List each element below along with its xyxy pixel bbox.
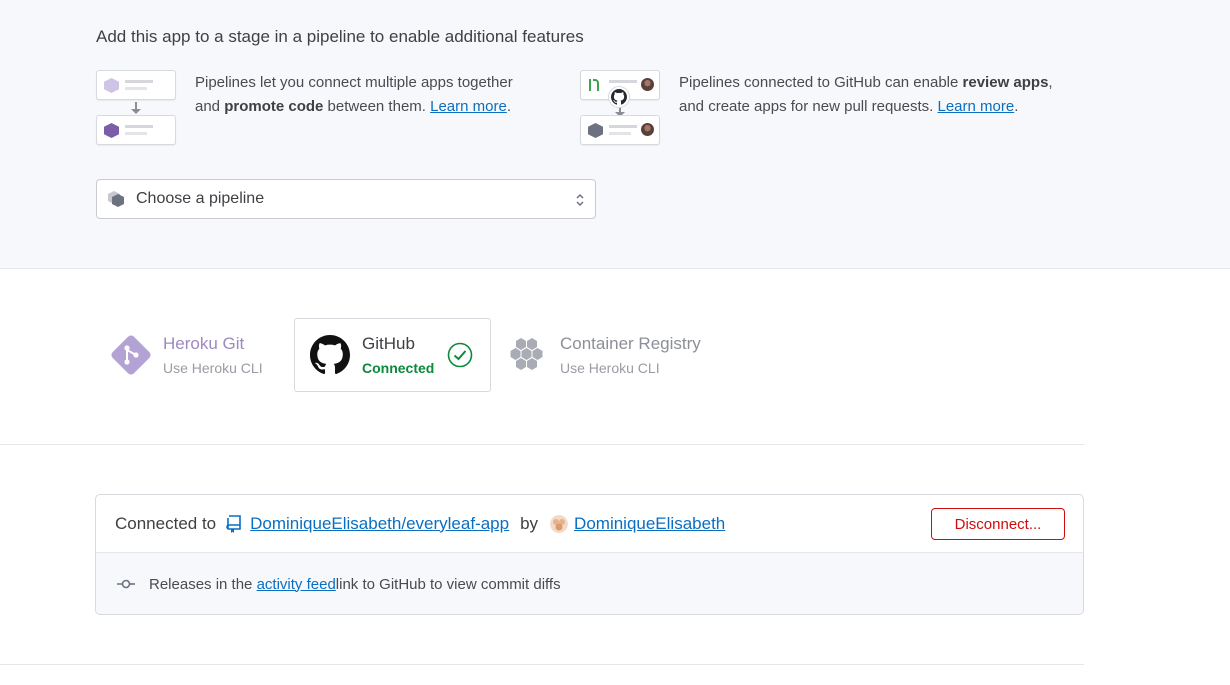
releases-info: Releases in the activity feed link to Gi… <box>96 553 1083 614</box>
pipeline-illustration <box>96 70 176 146</box>
avatar-icon <box>641 78 654 91</box>
method-text: Container Registry Use Heroku CLI <box>560 333 701 378</box>
github-connection-card: Connected to DominiqueElisabeth/everylea… <box>95 494 1084 615</box>
illustration-line <box>609 132 631 135</box>
illustration-card-bottom <box>580 115 660 145</box>
method-text: GitHub Connected <box>362 333 434 378</box>
feature-text: Pipelines connected to GitHub can enable <box>679 74 963 91</box>
illustration-line <box>609 125 637 128</box>
feature-text-end: . <box>1014 98 1019 115</box>
method-title: Heroku Git <box>163 333 245 353</box>
illustration-line <box>125 80 153 83</box>
repo-link[interactable]: DominiqueElisabeth/everyleaf-app <box>250 514 509 534</box>
deployment-method-tabs: Heroku Git Use Heroku CLI GitHub Connect… <box>96 318 731 392</box>
container-registry-icon <box>507 334 549 376</box>
check-circle-icon <box>447 342 473 368</box>
section-divider <box>0 664 1084 665</box>
github-icon <box>309 334 351 376</box>
feature-text: between them. <box>323 98 431 115</box>
method-subtitle: Use Heroku CLI <box>163 359 263 376</box>
learn-more-link[interactable]: Learn more <box>430 98 507 115</box>
feature-description: Pipelines connected to GitHub can enable… <box>679 71 1069 146</box>
github-icon <box>608 86 630 108</box>
pipeline-section: Add this app to a stage in a pipeline to… <box>0 0 1230 269</box>
learn-more-link[interactable]: Learn more <box>938 98 1015 115</box>
deployment-method-container-registry[interactable]: Container Registry Use Heroku CLI <box>491 318 731 392</box>
connected-to-label: Connected to <box>115 513 217 533</box>
deployment-method-github[interactable]: GitHub Connected <box>294 318 491 392</box>
pipeline-feature-review-apps: Pipelines connected to GitHub can enable… <box>580 70 1069 146</box>
method-title: GitHub <box>362 333 415 353</box>
connection-status: Connected <box>362 359 435 376</box>
chevron-up-down-icon <box>576 193 584 207</box>
illustration-line <box>125 132 147 135</box>
feature-description: Pipelines let you connect multiple apps … <box>195 71 540 146</box>
method-text: Heroku Git Use Heroku CLI <box>163 333 263 378</box>
pull-request-icon <box>589 79 599 91</box>
illustration-line <box>609 80 637 83</box>
pipeline-select-label: Choose a pipeline <box>136 190 265 207</box>
illustration-line <box>125 125 153 128</box>
feature-bold: promote code <box>224 98 324 115</box>
activity-feed-link[interactable]: activity feed <box>257 576 336 593</box>
hex-icon <box>104 123 119 138</box>
section-divider <box>0 444 1084 445</box>
arrow-down-icon <box>131 102 141 114</box>
user-link[interactable]: DominiqueElisabeth <box>574 514 725 534</box>
hex-icon <box>588 123 603 138</box>
method-title: Container Registry <box>560 333 701 353</box>
method-subtitle: Use Heroku CLI <box>560 359 660 376</box>
illustration-line <box>125 87 147 90</box>
pipeline-icon <box>108 191 124 207</box>
feature-bold: review apps <box>962 74 1049 91</box>
illustration-card-top <box>96 70 176 100</box>
deployment-method-heroku-git[interactable]: Heroku Git Use Heroku CLI <box>96 318 294 392</box>
hex-icon <box>104 78 119 93</box>
illustration-card-bottom <box>96 115 176 145</box>
github-pipeline-illustration <box>580 70 660 146</box>
by-label: by <box>520 513 539 533</box>
disconnect-button[interactable]: Disconnect... <box>931 508 1065 540</box>
avatar-icon <box>641 123 654 136</box>
heroku-git-icon <box>110 334 152 376</box>
pipeline-heading: Add this app to a stage in a pipeline to… <box>96 27 584 46</box>
releases-text: link to GitHub to view commit diffs <box>335 575 561 593</box>
feature-text-end: . <box>506 98 512 115</box>
connection-header: Connected to DominiqueElisabeth/everylea… <box>96 495 1083 553</box>
commit-icon <box>117 579 135 589</box>
repo-icon <box>226 514 241 533</box>
pipeline-select[interactable]: Choose a pipeline <box>96 179 596 219</box>
releases-text: Releases in the <box>149 575 253 593</box>
pipeline-feature-promote: Pipelines let you connect multiple apps … <box>96 70 540 146</box>
user-avatar-icon <box>550 514 569 533</box>
